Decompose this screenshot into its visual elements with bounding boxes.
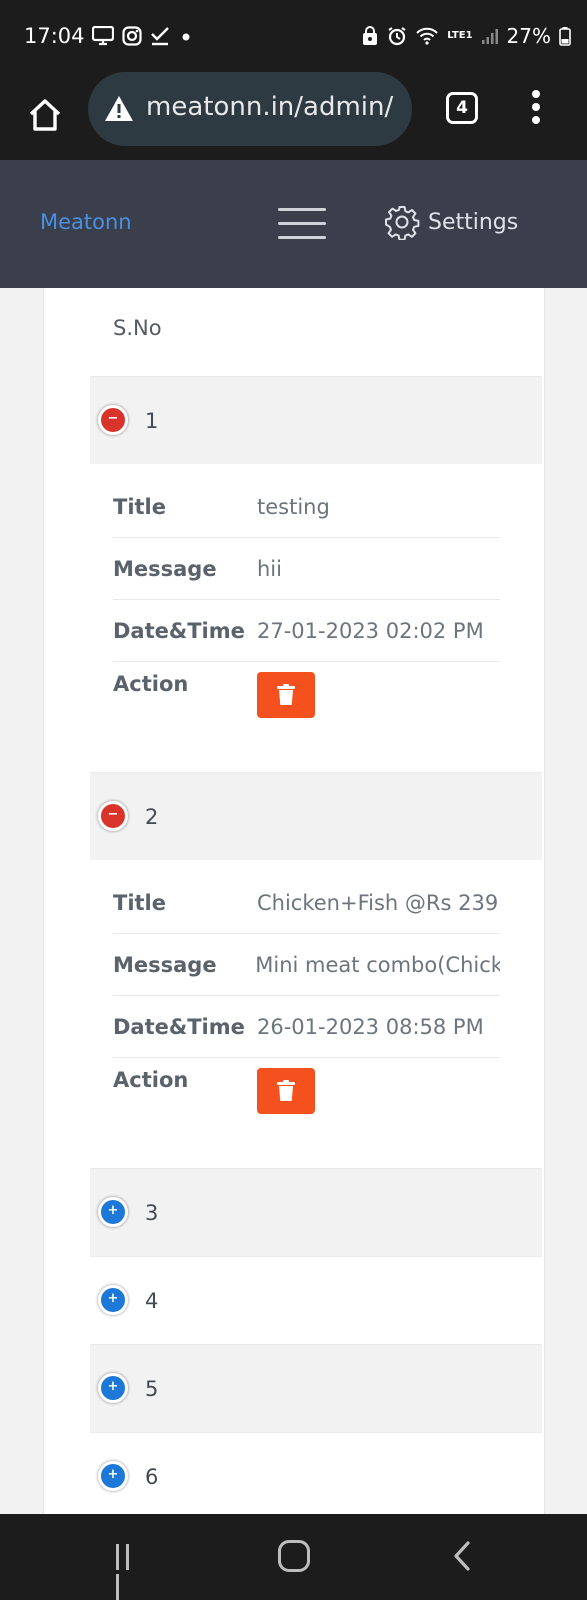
row-number: 1 [145,409,159,433]
back-icon[interactable] [448,1540,478,1572]
expand-row-icon[interactable]: + [98,1373,128,1403]
instagram-icon [122,26,142,46]
expand-row-icon[interactable]: + [98,1197,128,1227]
notification-icons [92,26,194,46]
table-row[interactable]: − 1 [90,376,542,464]
detail-label-title: Title [113,494,167,519]
collapse-row-icon[interactable]: − [98,801,128,831]
home-nav-icon[interactable] [278,1540,310,1572]
tab-switcher-button[interactable]: 4 [446,92,478,124]
detail-label-action: Action [113,672,189,696]
row-number: 6 [145,1465,159,1489]
status-time: 17:04 [24,24,85,48]
detail-value-datetime: 27-01-2023 02:02 PM [257,618,484,643]
warning-icon[interactable] [104,94,134,124]
status-bar: 17:04 LTE1 27% [0,0,587,76]
app-header: Meatonn Settings [0,160,587,288]
row-detail: Title testing Message hii Date&Time 27-0… [90,464,542,772]
network-type-label: LTE1 [447,30,473,41]
browser-toolbar: meatonn.in/admin/ 4 [0,72,587,160]
detail-value-message: hii [257,556,282,581]
gear-icon [385,206,420,240]
battery-icon [559,27,571,46]
expand-row-icon[interactable]: + [98,1461,128,1491]
signal-icon [481,29,498,44]
dot-icon [182,33,190,41]
browser-menu-icon[interactable] [530,90,542,130]
table-row[interactable]: + 6 [90,1432,542,1520]
battery-percent: 27% [506,24,551,48]
system-navigation-bar [0,1514,587,1600]
trash-icon [277,684,295,705]
delete-button[interactable] [257,672,315,718]
notifications-table: S.No − 1 Title testing Message hii Date&… [90,288,542,1562]
delete-button[interactable] [257,1068,315,1114]
recent-apps-icon[interactable] [116,1544,144,1600]
alarm-icon [388,27,406,46]
row-number: 3 [145,1201,159,1225]
row-detail: Title Chicken+Fish @Rs 239 Message Mini … [90,860,542,1168]
content-card: S.No − 1 Title testing Message hii Date&… [43,288,545,1562]
column-header-sno[interactable]: S.No [90,288,542,376]
table-row[interactable]: − 2 [90,772,542,860]
settings-label: Settings [428,209,519,235]
row-number: 5 [145,1377,159,1401]
row-number: 4 [145,1289,159,1313]
detail-label-message: Message [113,556,217,581]
detail-label-datetime: Date&Time [113,618,245,643]
row-number: 2 [145,805,159,829]
task-done-icon [151,27,169,46]
home-icon[interactable] [26,96,64,134]
detail-value-message: Mini meat combo(Chick [255,952,500,977]
detail-label-datetime: Date&Time [113,1014,245,1039]
detail-label-action: Action [113,1068,189,1092]
table-row[interactable]: + 3 [90,1168,542,1256]
url-text[interactable]: meatonn.in/admin/ [146,92,401,122]
screen-cast-icon [92,26,114,46]
lock-app-icon [363,26,378,45]
detail-value-datetime: 26-01-2023 08:58 PM [257,1014,484,1039]
detail-label-message: Message [113,952,217,977]
wifi-icon [416,27,438,45]
address-bar[interactable]: meatonn.in/admin/ [88,72,412,146]
table-row[interactable]: + 5 [90,1344,542,1432]
detail-label-title: Title [113,890,167,915]
collapse-row-icon[interactable]: − [98,405,128,435]
detail-value-title: Chicken+Fish @Rs 239 [257,890,499,915]
detail-value-title: testing [257,494,330,519]
trash-icon [277,1080,295,1101]
system-icons: LTE1 27% [361,24,571,48]
brand-logo[interactable]: Meatonn [40,210,132,234]
table-row[interactable]: + 4 [90,1256,542,1344]
settings-button[interactable]: Settings [384,204,518,240]
expand-row-icon[interactable]: + [98,1285,128,1315]
hamburger-menu-icon[interactable] [278,208,326,242]
